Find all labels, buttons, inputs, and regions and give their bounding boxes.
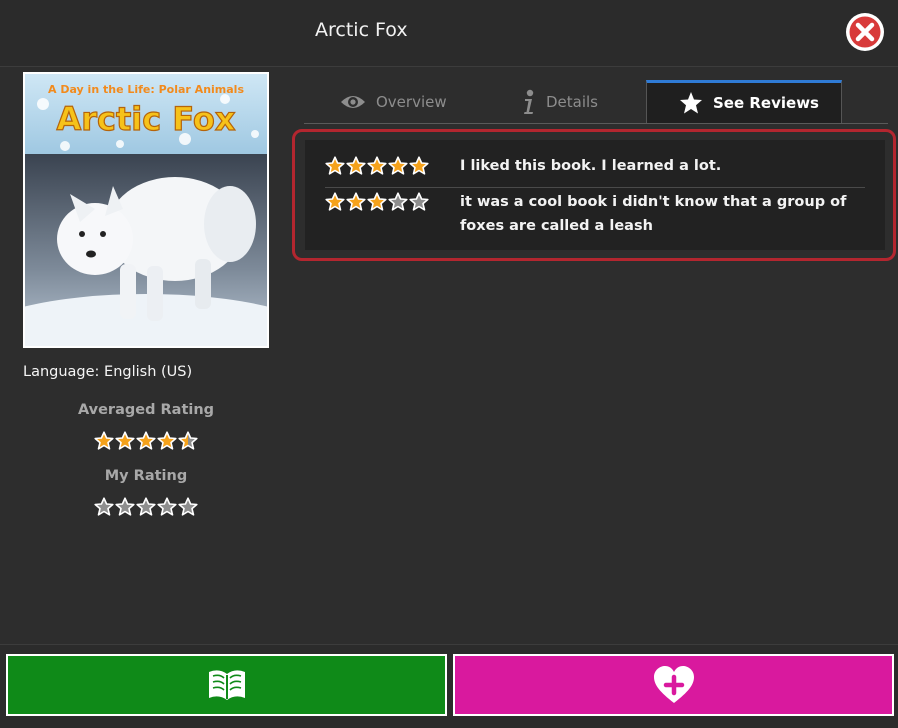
star-icon: [680, 92, 702, 114]
tab-overview[interactable]: Overview: [340, 80, 447, 123]
heart-plus-icon: [653, 666, 694, 703]
star-icon[interactable]: [136, 497, 156, 517]
star-icon: [409, 156, 429, 175]
averaged-rating-label: Averaged Rating: [77, 402, 215, 418]
review-stars: [325, 154, 460, 178]
star-icon: [94, 431, 114, 450]
star-icon: [346, 156, 366, 175]
review-text: I liked this book. I learned a lot.: [460, 158, 722, 174]
review-item: I liked this book. I learned a lot.: [325, 154, 865, 178]
star-icon: [367, 192, 387, 211]
header-bar: Arctic Fox: [0, 0, 898, 67]
star-icon: [157, 431, 177, 450]
add-favorite-button[interactable]: [453, 654, 894, 716]
read-book-button[interactable]: [6, 654, 447, 716]
tab-details[interactable]: Details: [522, 80, 598, 123]
star-icon[interactable]: [115, 497, 135, 517]
star-icon: [388, 192, 408, 211]
star-icon: [367, 156, 387, 175]
footer-bar: [0, 644, 898, 728]
tab-details-label: Details: [546, 92, 599, 111]
star-icon: [409, 192, 429, 211]
my-rating-stars[interactable]: [23, 497, 269, 517]
language-label: Language: English (US): [23, 364, 193, 380]
star-icon: [325, 156, 345, 175]
reviews-list: I liked this book. I learned a lot. it w…: [305, 140, 885, 250]
open-book-icon: [208, 670, 245, 700]
close-icon: [846, 13, 884, 51]
my-rating-label: My Rating: [104, 468, 188, 484]
review-text: it was a cool book i didn't know that a …: [460, 194, 847, 234]
star-icon: [388, 156, 408, 175]
star-icon: [325, 192, 345, 211]
reviews-panel: I liked this book. I learned a lot. it w…: [292, 129, 896, 261]
page-title: Arctic Fox: [315, 19, 408, 41]
star-icon[interactable]: [94, 497, 114, 517]
star-icon: [115, 431, 135, 450]
averaged-rating-stars: [23, 431, 269, 451]
star-icon[interactable]: [178, 497, 198, 517]
review-divider: [325, 187, 865, 188]
review-item: it was a cool book i didn't know that a …: [325, 190, 865, 238]
close-button[interactable]: [845, 12, 885, 52]
eye-icon: [341, 95, 365, 108]
info-icon: [524, 89, 534, 114]
tab-see-reviews[interactable]: See Reviews: [646, 80, 842, 123]
cover-title-text: Arctic Fox: [56, 100, 235, 138]
star-icon: [136, 431, 156, 450]
cover-series-text: A Day in the Life: Polar Animals: [48, 83, 244, 96]
star-icon[interactable]: [157, 497, 177, 517]
book-cover: A Day in the Life: Polar Animals Arctic …: [23, 72, 269, 348]
review-stars: [325, 190, 460, 238]
tab-overview-label: Overview: [376, 92, 447, 111]
tab-see-reviews-label: See Reviews: [713, 94, 819, 112]
star-icon: [346, 192, 366, 211]
star-icon: [178, 431, 198, 450]
tab-bar: Overview Details See Reviews: [304, 80, 888, 124]
